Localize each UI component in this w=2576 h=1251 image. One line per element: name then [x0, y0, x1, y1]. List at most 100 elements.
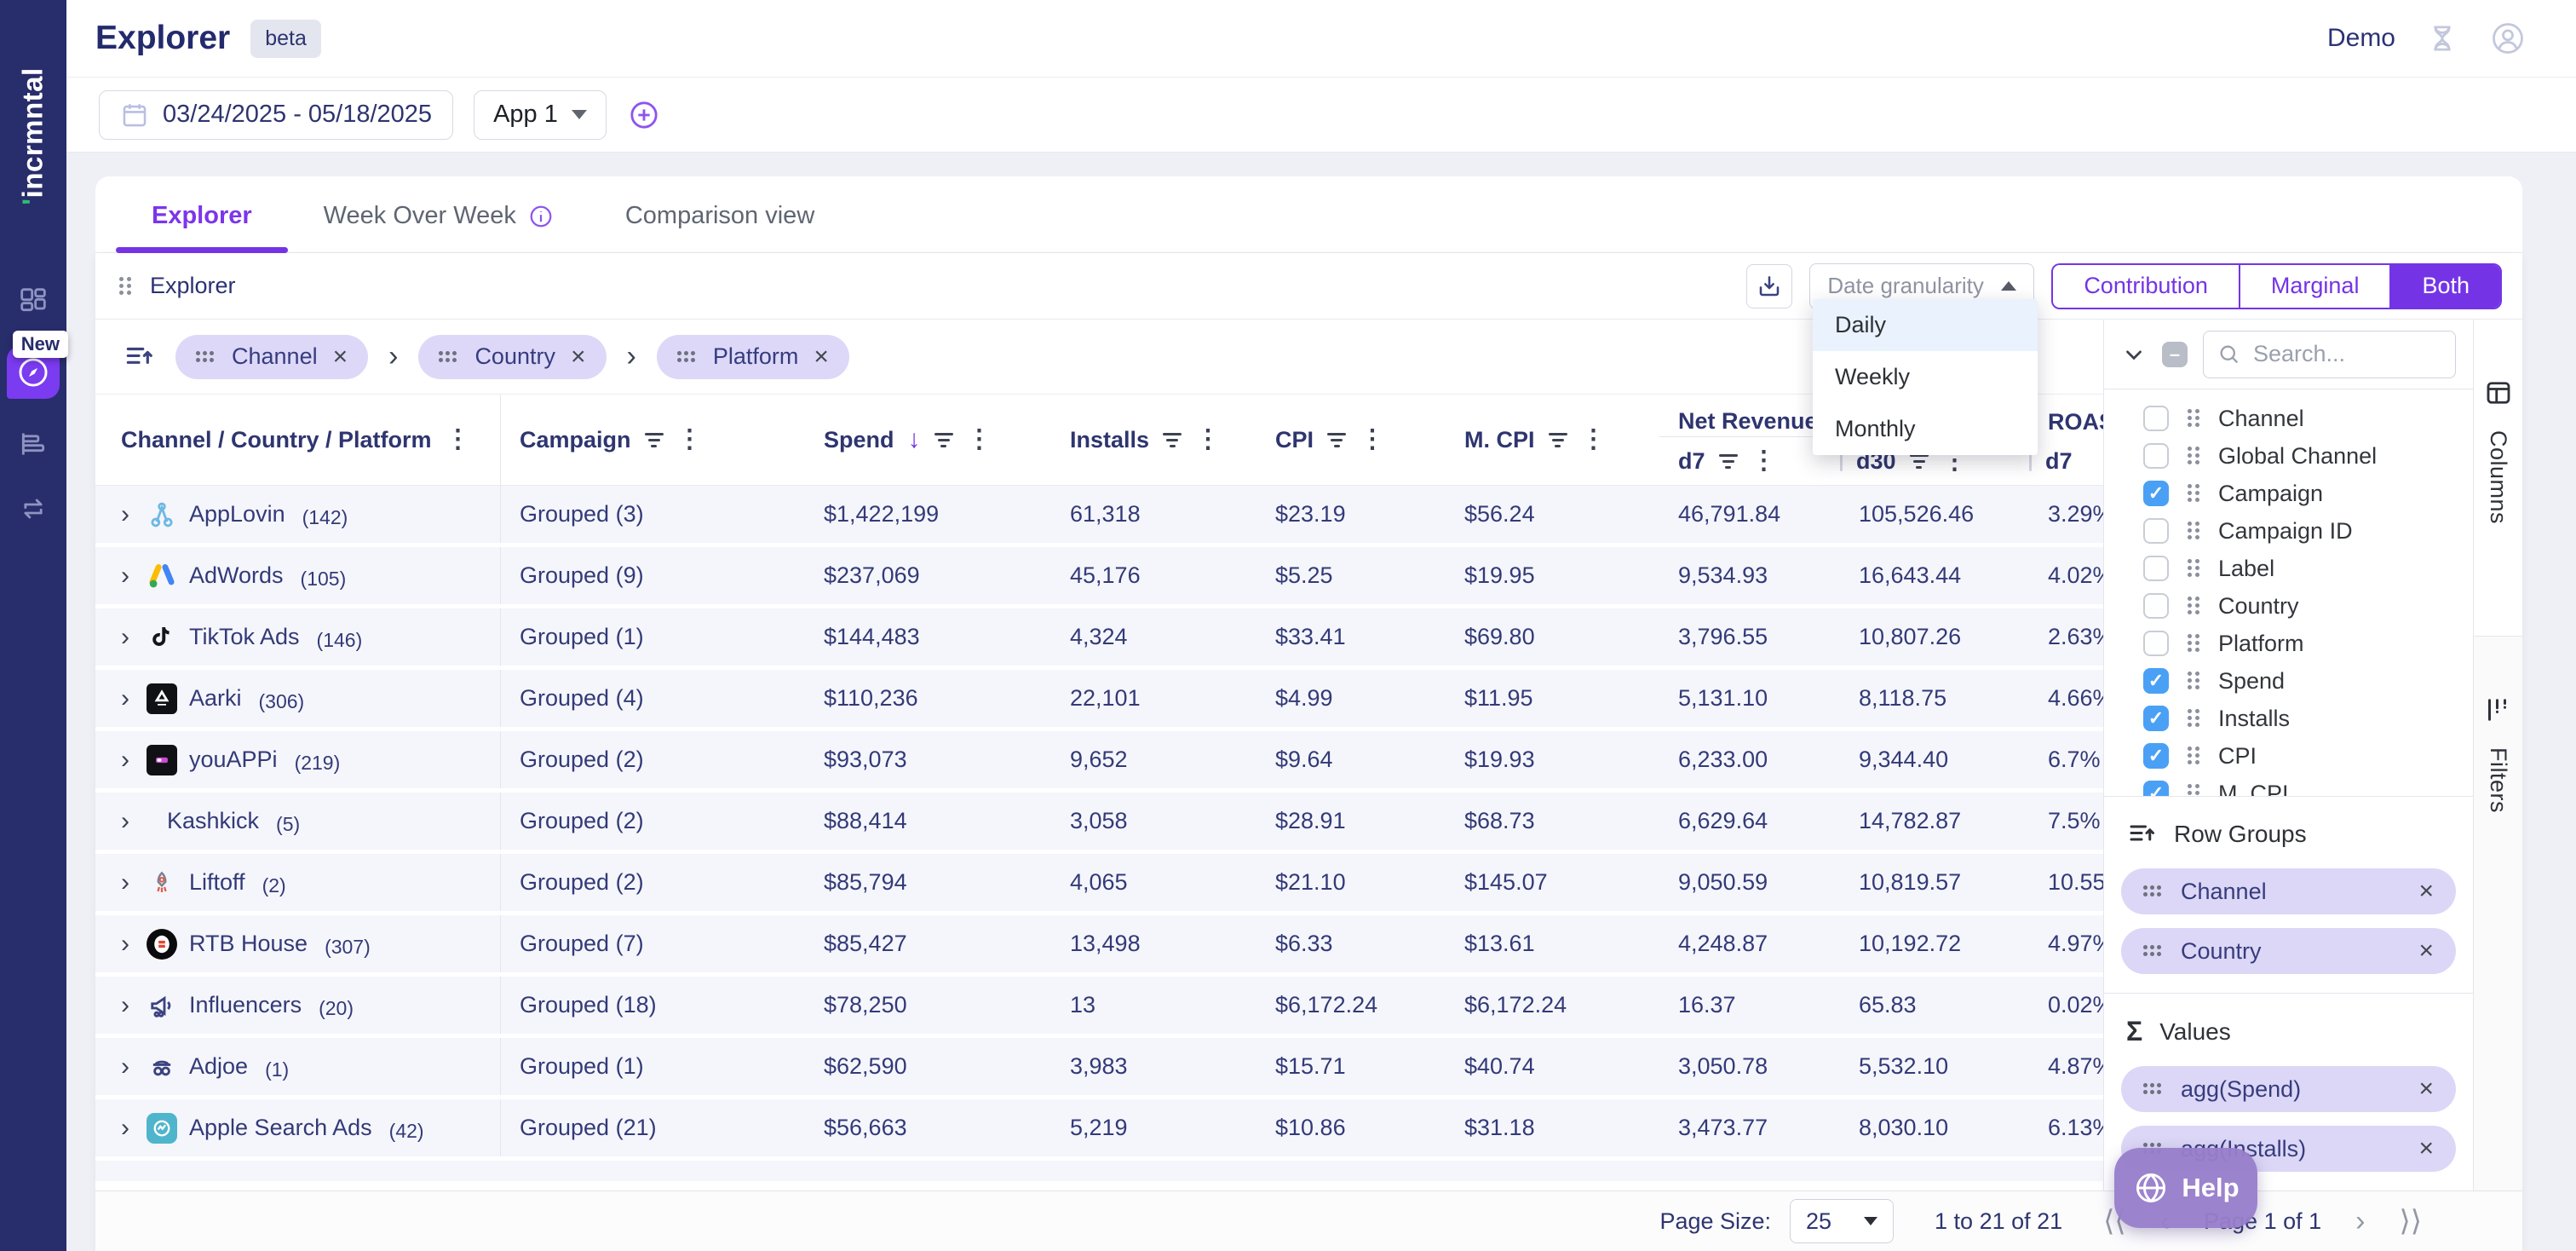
column-toggle-global-channel[interactable]: Global Channel [2104, 437, 2473, 475]
channel-cell[interactable]: ›RTB House(307) [95, 915, 501, 972]
column-menu-icon[interactable]: ⋮ [1360, 427, 1385, 453]
filter-icon[interactable] [1910, 454, 1929, 469]
info-icon[interactable] [528, 204, 554, 229]
channel-cell[interactable]: ›Influencers(20) [95, 977, 501, 1034]
expand-row-icon[interactable]: › [121, 746, 129, 775]
table-row[interactable]: ›Adjoe(1)Grouped (1)$62,5903,983$15.71$4… [95, 1038, 2103, 1099]
column-header-campaign[interactable]: Campaign ⋮ [501, 395, 805, 485]
remove-chip-icon[interactable]: × [2418, 879, 2434, 904]
checkbox[interactable] [2143, 593, 2169, 619]
channel-cell[interactable]: ›Kashkick(5) [95, 793, 501, 850]
sidebar-item-explorer[interactable]: New [7, 346, 60, 399]
checkbox[interactable]: ✓ [2143, 781, 2169, 796]
user-avatar-icon[interactable] [2489, 20, 2527, 57]
remove-chip-icon[interactable]: × [2418, 1136, 2434, 1162]
column-menu-icon[interactable]: ⋮ [1581, 427, 1607, 453]
column-toggle-spend[interactable]: ✓Spend [2104, 662, 2473, 700]
tab-week-over-week[interactable]: Week Over Week [288, 176, 589, 252]
side-tab-columns[interactable]: Columns [2474, 320, 2522, 637]
collapse-chevron-icon[interactable] [2121, 342, 2147, 367]
checkbox[interactable] [2143, 556, 2169, 581]
table-row[interactable]: ›Liftoff(2)Grouped (2)$85,7944,065$21.10… [95, 854, 2103, 915]
filter-icon[interactable] [1163, 433, 1182, 447]
expand-row-icon[interactable]: › [121, 500, 129, 529]
table-row[interactable]: ›Influencers(20)Grouped (18)$78,25013$6,… [95, 977, 2103, 1038]
menu-item-daily[interactable]: Daily [1813, 299, 2038, 351]
column-toggle-campaign-id[interactable]: Campaign ID [2104, 512, 2473, 550]
marginal-button[interactable]: Marginal [2240, 265, 2392, 308]
both-button[interactable]: Both [2391, 265, 2500, 308]
column-toggle-cpi[interactable]: ✓CPI [2104, 737, 2473, 775]
column-toggle-installs[interactable]: ✓Installs [2104, 700, 2473, 737]
column-toggle-campaign[interactable]: ✓Campaign [2104, 475, 2473, 512]
column-menu-icon[interactable]: ⋮ [446, 427, 471, 453]
expand-row-icon[interactable]: › [121, 684, 129, 713]
table-row[interactable]: ›Aarki(306)Grouped (4)$110,23622,101$4.9… [95, 670, 2103, 731]
checkbox[interactable]: ✓ [2143, 743, 2169, 769]
filter-icon[interactable] [1719, 454, 1738, 469]
remove-chip-icon[interactable]: × [571, 344, 586, 370]
add-app-button[interactable] [627, 98, 661, 132]
sort-desc-icon[interactable]: ↓ [908, 425, 921, 454]
channel-cell[interactable]: ›AppLovin(142) [95, 486, 501, 543]
table-row[interactable]: ›Apple Search Ads(42)Grouped (21)$56,663… [95, 1099, 2103, 1161]
column-toggle-label[interactable]: Label [2104, 550, 2473, 587]
filter-icon[interactable] [1327, 433, 1346, 447]
expand-row-icon[interactable]: › [121, 1052, 129, 1081]
expand-row-icon[interactable]: › [121, 930, 129, 959]
table-row[interactable]: ›Kashkick(5)Grouped (2)$88,4143,058$28.9… [95, 793, 2103, 854]
hourglass-icon[interactable] [2424, 20, 2460, 56]
column-header-m-cpi[interactable]: M. CPI ⋮ [1446, 395, 1659, 485]
menu-item-weekly[interactable]: Weekly [1813, 351, 2038, 403]
column-menu-icon[interactable]: ⋮ [677, 427, 703, 453]
channel-cell[interactable]: ›Adjoe(1) [95, 1038, 501, 1095]
last-page-icon[interactable]: ⟩⟩ [2399, 1207, 2422, 1236]
remove-chip-icon[interactable]: × [814, 344, 829, 370]
checkbox[interactable] [2143, 443, 2169, 469]
menu-item-monthly[interactable]: Monthly [1813, 403, 2038, 455]
table-row[interactable]: ›youAPPi(219)Grouped (2)$93,0739,652$9.6… [95, 731, 2103, 793]
row-group-chip-channel[interactable]: Channel × [2121, 868, 2456, 914]
tab-comparison-view[interactable]: Comparison view [589, 176, 850, 252]
remove-chip-icon[interactable]: × [2418, 938, 2434, 964]
checkbox[interactable]: ✓ [2143, 481, 2169, 506]
filter-icon[interactable] [645, 433, 664, 447]
app-selector[interactable]: App 1 [474, 90, 607, 140]
sidebar-item-integrations[interactable] [14, 489, 53, 528]
table-row[interactable]: ›AppLovin(142)Grouped (3)$1,422,19961,31… [95, 486, 2103, 547]
checkbox[interactable]: ✓ [2143, 668, 2169, 694]
table-row[interactable]: ›AdWords(105)Grouped (9)$237,06945,176$5… [95, 547, 2103, 608]
remove-chip-icon[interactable]: × [333, 344, 348, 370]
expand-row-icon[interactable]: › [121, 623, 129, 652]
column-header-installs[interactable]: Installs ⋮ [1051, 395, 1256, 485]
value-chip-spend[interactable]: agg(Spend) × [2121, 1066, 2456, 1112]
column-toggle-country[interactable]: Country [2104, 587, 2473, 625]
side-tab-filters[interactable]: Filters [2474, 637, 2522, 813]
filter-icon[interactable] [934, 433, 953, 447]
page-size-select[interactable]: 25 [1790, 1199, 1894, 1243]
download-button[interactable] [1746, 264, 1792, 308]
expand-row-icon[interactable]: › [121, 1114, 129, 1143]
checkbox[interactable] [2143, 406, 2169, 431]
table-row[interactable]: ›RTB House(307)Grouped (7)$85,42713,498$… [95, 915, 2103, 977]
column-toggle-platform[interactable]: Platform [2104, 625, 2473, 662]
channel-cell[interactable]: ›youAPPi(219) [95, 731, 501, 788]
group-chip-channel[interactable]: Channel × [175, 335, 368, 379]
select-all-checkbox[interactable]: – [2162, 342, 2188, 367]
date-range-picker[interactable]: 03/24/2025 - 05/18/2025 [99, 90, 453, 140]
column-menu-icon[interactable]: ⋮ [1195, 427, 1221, 453]
checkbox[interactable]: ✓ [2143, 706, 2169, 731]
channel-cell[interactable]: ›Aarki(306) [95, 670, 501, 727]
checkbox[interactable] [2143, 631, 2169, 656]
checkbox[interactable] [2143, 518, 2169, 544]
column-header-channel[interactable]: Channel / Country / Platform ⋮ [95, 395, 501, 485]
contribution-button[interactable]: Contribution [2053, 265, 2240, 308]
channel-cell[interactable]: ›AdWords(105) [95, 547, 501, 604]
channel-cell[interactable]: ›TikTok Ads(146) [95, 608, 501, 666]
table-row[interactable]: ›TikTok Ads(146)Grouped (1)$144,4834,324… [95, 608, 2103, 670]
expand-row-icon[interactable]: › [121, 868, 129, 897]
column-header-spend[interactable]: Spend ↓ ⋮ [805, 395, 1051, 485]
filter-icon[interactable] [1549, 433, 1567, 447]
column-header-roas-d7[interactable]: d7 [2029, 437, 2103, 485]
channel-cell[interactable]: ›Liftoff(2) [95, 854, 501, 911]
